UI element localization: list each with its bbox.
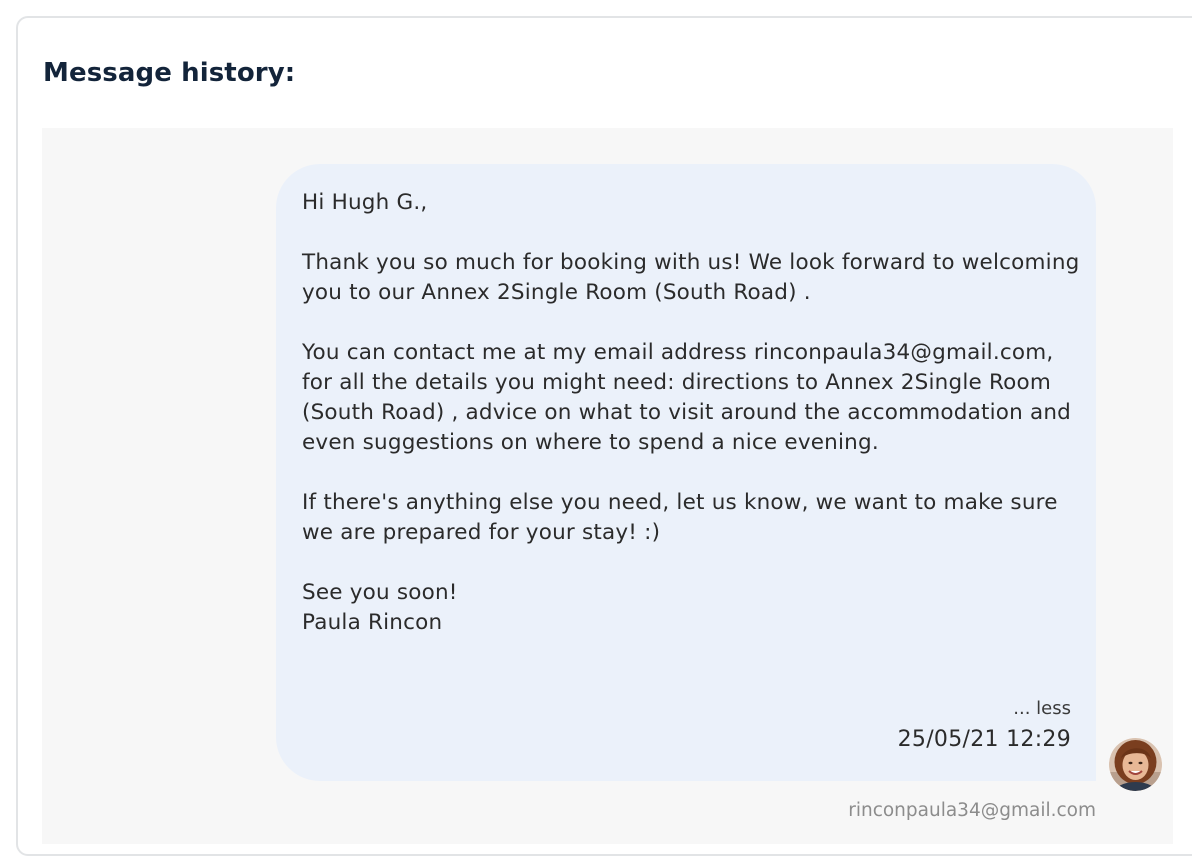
panel-title: Message history: xyxy=(43,58,296,88)
sender-avatar xyxy=(1109,738,1162,791)
message-timestamp: 25/05/21 12:29 xyxy=(897,727,1071,752)
user-avatar-photo-icon xyxy=(1109,738,1162,791)
sender-email: rinconpaula34@gmail.com xyxy=(848,800,1096,821)
message-text: Hi Hugh G., Thank you so much for bookin… xyxy=(302,190,1080,635)
show-less-link[interactable]: ... less xyxy=(1013,696,1071,722)
